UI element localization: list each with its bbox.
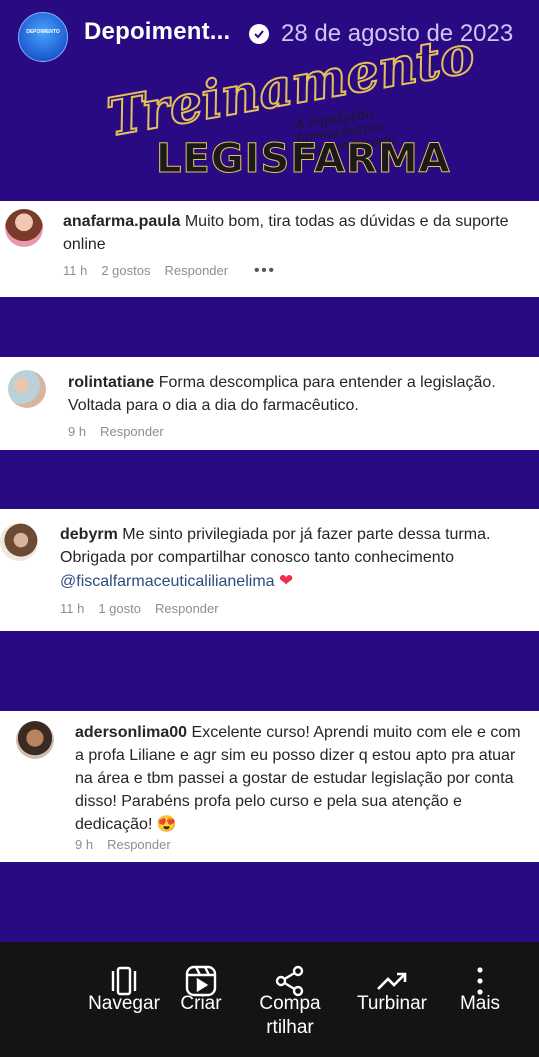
comment-likes[interactable]: 2 gostos: [101, 263, 150, 278]
comment-card: rolintatiane Forma descomplica para ente…: [0, 357, 539, 450]
comment-username[interactable]: rolintatiane: [68, 374, 154, 391]
comment-card: debyrm Me sinto privilegiada por já faze…: [0, 509, 539, 631]
comment-text: debyrm Me sinto privilegiada por já faze…: [60, 523, 530, 593]
share-label: Compa rtilhar: [259, 993, 321, 1038]
smile-emoji: 😍: [156, 816, 177, 833]
comment-time: 11 h: [63, 263, 88, 278]
legisfarma-logo: Treinamento A legislação farmacêutica de…: [86, 23, 480, 188]
more-options-icon[interactable]: •••: [254, 262, 276, 279]
verified-badge-icon: [249, 24, 269, 44]
story-viewer: DEPOIMENTO Depoiment... 28 de agosto de …: [0, 0, 539, 1057]
boost-label: Turbinar: [356, 993, 428, 1014]
create-button[interactable]: Criar: [172, 942, 230, 1057]
boost-button[interactable]: Turbinar: [347, 942, 437, 1057]
comment-text: anafarma.paula Muito bom, tira todas as …: [63, 210, 533, 256]
create-label: Criar: [180, 993, 222, 1014]
comment-meta: 11 h 2 gostos Responder •••: [63, 262, 276, 279]
comment-time: 11 h: [60, 601, 85, 616]
commenter-avatar[interactable]: [8, 370, 46, 408]
comment-time: 9 h: [75, 837, 94, 852]
comment-text: adersonlima00 Excelente curso! Aprendi m…: [75, 721, 530, 836]
reply-button[interactable]: Responder: [155, 601, 219, 616]
banner-brand: LEGISFARMA: [156, 136, 451, 183]
channel-avatar[interactable]: DEPOIMENTO: [18, 12, 68, 62]
browse-button[interactable]: Navegar: [80, 942, 168, 1057]
more-button[interactable]: Mais: [452, 942, 508, 1057]
avatar-text: DEPOIMENTO: [26, 29, 60, 35]
comment-meta: 9 h Responder: [68, 424, 164, 439]
story-header: DEPOIMENTO Depoiment... 28 de agosto de …: [0, 0, 539, 200]
reply-button[interactable]: Responder: [100, 424, 164, 439]
commenter-avatar[interactable]: [5, 209, 43, 247]
more-label: Mais: [459, 993, 501, 1014]
reply-button[interactable]: Responder: [107, 837, 171, 852]
comment-text: rolintatiane Forma descomplica para ente…: [68, 371, 528, 417]
comment-mention[interactable]: @fiscalfarmaceuticalilianelima: [60, 573, 275, 590]
channel-name[interactable]: Depoiment...: [84, 18, 230, 46]
commenter-avatar[interactable]: [16, 721, 54, 759]
comment-meta: 9 h Responder: [75, 837, 171, 852]
reply-button[interactable]: Responder: [165, 263, 229, 278]
comment-time: 9 h: [68, 424, 87, 439]
commenter-avatar[interactable]: [0, 523, 38, 561]
bottom-action-bar: Navegar Criar Compa rtilhar Turbinar Mai…: [0, 942, 539, 1057]
comment-likes[interactable]: 1 gosto: [98, 601, 141, 616]
comment-username[interactable]: anafarma.paula: [63, 213, 180, 230]
share-button[interactable]: Compa rtilhar: [250, 942, 330, 1057]
comment-username[interactable]: debyrm: [60, 526, 118, 543]
browse-label: Navegar: [88, 993, 160, 1014]
comment-body: Me sinto privilegiada por já fazer parte…: [60, 526, 491, 566]
comment-card: adersonlima00 Excelente curso! Aprendi m…: [0, 711, 539, 862]
comment-username[interactable]: adersonlima00: [75, 724, 187, 741]
comment-meta: 11 h 1 gosto Responder: [60, 601, 219, 616]
comment-card: anafarma.paula Muito bom, tira todas as …: [0, 201, 539, 297]
heart-emoji: ❤: [279, 571, 294, 590]
